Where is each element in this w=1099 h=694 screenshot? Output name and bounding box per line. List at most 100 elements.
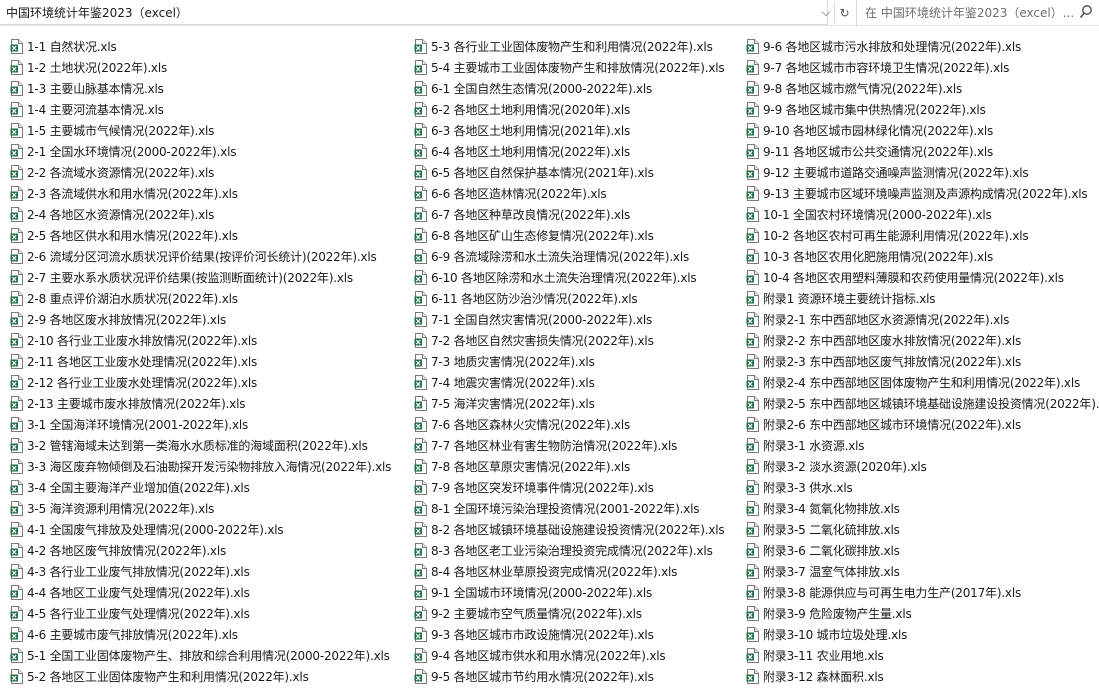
file-item[interactable]: 6-5 各地区自然保护基本情况(2021年).xls [414, 162, 724, 183]
file-item[interactable]: 7-8 各地区草原灾害情况(2022年).xls [414, 456, 724, 477]
file-item[interactable]: 5-1 全国工业固体废物产生、排放和综合利用情况(2000-2022年).xls [10, 645, 391, 666]
file-item[interactable]: 9-12 主要城市道路交通噪声监测情况(2022年).xls [746, 162, 1099, 183]
file-item[interactable]: 2-7 主要水系水质状况评价结果(按监测断面统计)(2022年).xls [10, 267, 391, 288]
file-item[interactable]: 6-4 各地区土地利用情况(2022年).xls [414, 141, 724, 162]
file-item[interactable]: 附录3-1 水资源.xls [746, 435, 1099, 456]
file-item[interactable]: 9-1 全国城市环境情况(2000-2022年).xls [414, 582, 724, 603]
address-bar[interactable]: 中国环境统计年鉴2023（excel） [0, 0, 828, 25]
file-item[interactable]: 附录2-6 东中西部地区城市环境情况(2022年).xls [746, 414, 1099, 435]
file-item[interactable]: 10-1 全国农村环境情况(2000-2022年).xls [746, 204, 1099, 225]
file-item[interactable]: 附录1 资源环境主要统计指标.xls [746, 288, 1099, 309]
file-item[interactable]: 4-6 主要城市废气排放情况(2022年).xls [10, 624, 391, 645]
file-item[interactable]: 附录3-6 二氧化碳排放.xls [746, 540, 1099, 561]
file-item[interactable]: 9-6 各地区城市污水排放和处理情况(2022年).xls [746, 36, 1099, 57]
file-item[interactable]: 7-5 海洋灾害情况(2022年).xls [414, 393, 724, 414]
file-item[interactable]: 9-5 各地区城市节约用水情况(2022年).xls [414, 666, 724, 687]
file-item[interactable]: 10-2 各地区农村可再生能源利用情况(2022年).xls [746, 225, 1099, 246]
search-input[interactable]: 在 中国环境统计年鉴2023（excel）... [856, 0, 1099, 25]
file-item[interactable]: 5-3 各行业工业固体废物产生和利用情况(2022年).xls [414, 36, 724, 57]
file-item[interactable]: 9-2 主要城市空气质量情况(2022年).xls [414, 603, 724, 624]
file-item[interactable]: 6-2 各地区土地利用情况(2020年).xls [414, 99, 724, 120]
file-item[interactable]: 附录3-3 供水.xls [746, 477, 1099, 498]
file-item[interactable]: 9-3 各地区城市市政设施情况(2022年).xls [414, 624, 724, 645]
breadcrumb[interactable]: 中国环境统计年鉴2023（excel） [6, 4, 188, 21]
file-item[interactable]: 9-8 各地区城市燃气情况(2022年).xls [746, 78, 1099, 99]
file-item[interactable]: 2-13 主要城市废水排放情况(2022年).xls [10, 393, 391, 414]
file-item[interactable]: 6-7 各地区种草改良情况(2022年).xls [414, 204, 724, 225]
file-item[interactable]: 7-9 各地区突发环境事件情况(2022年).xls [414, 477, 724, 498]
file-item[interactable]: 1-2 土地状况(2022年).xls [10, 57, 391, 78]
search-icon[interactable] [1079, 4, 1093, 20]
file-item[interactable]: 3-5 海洋资源利用情况(2022年).xls [10, 498, 391, 519]
excel-file-icon [414, 165, 427, 180]
file-item[interactable]: 附录2-1 东中西部地区水资源情况(2022年).xls [746, 309, 1099, 330]
file-item[interactable]: 2-5 各地区供水和用水情况(2022年).xls [10, 225, 391, 246]
file-item[interactable]: 8-4 各地区林业草原投资完成情况(2022年).xls [414, 561, 724, 582]
file-item[interactable]: 4-3 各行业工业废气排放情况(2022年).xls [10, 561, 391, 582]
file-item[interactable]: 2-12 各行业工业废水处理情况(2022年).xls [10, 372, 391, 393]
file-item[interactable]: 8-3 各地区老工业污染治理投资完成情况(2022年).xls [414, 540, 724, 561]
file-item[interactable]: 6-11 各地区防沙治沙情况(2022年).xls [414, 288, 724, 309]
file-item[interactable]: 附录3-11 农业用地.xls [746, 645, 1099, 666]
file-item[interactable]: 2-2 各流域水资源情况(2022年).xls [10, 162, 391, 183]
file-item[interactable]: 9-11 各地区城市公共交通情况(2022年).xls [746, 141, 1099, 162]
file-item[interactable]: 6-6 各地区造林情况(2022年).xls [414, 183, 724, 204]
chevron-down-icon[interactable]: ⌵ [816, 2, 836, 23]
file-item[interactable]: 4-4 各地区工业废气处理情况(2022年).xls [10, 582, 391, 603]
file-item[interactable]: 6-9 各流域除涝和水土流失治理情况(2022年).xls [414, 246, 724, 267]
file-item[interactable]: 1-4 主要河流基本情况.xls [10, 99, 391, 120]
file-item[interactable]: 7-7 各地区林业有害生物防治情况(2022年).xls [414, 435, 724, 456]
file-item[interactable]: 2-3 各流域供水和用水情况(2022年).xls [10, 183, 391, 204]
file-item[interactable]: 附录3-8 能源供应与可再生电力生产(2017年).xls [746, 582, 1099, 603]
file-item[interactable]: 3-2 管辖海域未达到第一类海水水质标准的海域面积(2022年).xls [10, 435, 391, 456]
file-item[interactable]: 6-10 各地区除涝和水土流失治理情况(2022年).xls [414, 267, 724, 288]
file-item[interactable]: 2-9 各地区废水排放情况(2022年).xls [10, 309, 391, 330]
file-item[interactable]: 7-4 地震灾害情况(2022年).xls [414, 372, 724, 393]
file-item[interactable]: 1-5 主要城市气候情况(2022年).xls [10, 120, 391, 141]
file-item[interactable]: 10-3 各地区农用化肥施用情况(2022年).xls [746, 246, 1099, 267]
file-item[interactable]: 附录2-4 东中西部地区固体废物产生和利用情况(2022年).xls [746, 372, 1099, 393]
file-item[interactable]: 1-3 主要山脉基本情况.xls [10, 78, 391, 99]
file-item[interactable]: 附录3-10 城市垃圾处理.xls [746, 624, 1099, 645]
file-item[interactable]: 7-3 地质灾害情况(2022年).xls [414, 351, 724, 372]
file-item[interactable]: 附录3-5 二氧化硫排放.xls [746, 519, 1099, 540]
file-item[interactable]: 附录3-2 淡水资源(2020年).xls [746, 456, 1099, 477]
file-item[interactable]: 5-4 主要城市工业固体废物产生和排放情况(2022年).xls [414, 57, 725, 78]
file-item[interactable]: 9-7 各地区城市市容环境卫生情况(2022年).xls [746, 57, 1099, 78]
file-item[interactable]: 9-13 主要城市区域环境噪声监测及声源构成情况(2022年).xls [746, 183, 1099, 204]
file-item[interactable]: 2-4 各地区水资源情况(2022年).xls [10, 204, 391, 225]
file-item[interactable]: 9-10 各地区城市园林绿化情况(2022年).xls [746, 120, 1099, 141]
file-item[interactable]: 9-9 各地区城市集中供热情况(2022年).xls [746, 99, 1099, 120]
file-item[interactable]: 2-10 各行业工业废水排放情况(2022年).xls [10, 330, 391, 351]
file-item[interactable]: 7-2 各地区自然灾害损失情况(2022年).xls [414, 330, 724, 351]
file-item[interactable]: 8-1 全国环境污染治理投资情况(2001-2022年).xls [414, 498, 724, 519]
file-item[interactable]: 10-4 各地区农用塑料薄膜和农药使用量情况(2022年).xls [746, 267, 1099, 288]
file-item[interactable]: 6-8 各地区矿山生态修复情况(2022年).xls [414, 225, 724, 246]
refresh-icon[interactable]: ↻ [834, 2, 854, 23]
file-item[interactable]: 5-2 各地区工业固体废物产生和利用情况(2022年).xls [10, 666, 391, 687]
file-item[interactable]: 4-1 全国废气排放及处理情况(2000-2022年).xls [10, 519, 391, 540]
file-item[interactable]: 3-1 全国海洋环境情况(2001-2022年).xls [10, 414, 391, 435]
file-item[interactable]: 附录2-3 东中西部地区废气排放情况(2022年).xls [746, 351, 1099, 372]
file-item[interactable]: 6-1 全国自然生态情况(2000-2022年).xls [414, 78, 724, 99]
file-item[interactable]: 3-3 海区废弃物倾倒及石油勘探开发污染物排放入海情况(2022年).xls [10, 456, 391, 477]
file-item[interactable]: 附录2-5 东中西部地区城镇环境基础设施建设投资情况(2022年).xls [746, 393, 1099, 414]
file-item[interactable]: 2-6 流域分区河流水质状况评价结果(按评价河长统计)(2022年).xls [10, 246, 391, 267]
file-item[interactable]: 7-6 各地区森林火灾情况(2022年).xls [414, 414, 724, 435]
file-item[interactable]: 7-1 全国自然灾害情况(2000-2022年).xls [414, 309, 724, 330]
file-item[interactable]: 附录3-4 氮氧化物排放.xls [746, 498, 1099, 519]
file-item[interactable]: 9-4 各地区城市供水和用水情况(2022年).xls [414, 645, 724, 666]
file-item[interactable]: 6-3 各地区土地利用情况(2021年).xls [414, 120, 724, 141]
file-item[interactable]: 3-4 全国主要海洋产业增加值(2022年).xls [10, 477, 391, 498]
file-item[interactable]: 附录3-7 温室气体排放.xls [746, 561, 1099, 582]
file-item[interactable]: 附录3-9 危险废物产生量.xls [746, 603, 1099, 624]
file-item[interactable]: 1-1 自然状况.xls [10, 36, 391, 57]
file-item[interactable]: 4-2 各地区废气排放情况(2022年).xls [10, 540, 391, 561]
file-item[interactable]: 附录3-12 森林面积.xls [746, 666, 1099, 687]
file-item[interactable]: 8-2 各地区城镇环境基础设施建设投资情况(2022年).xls [414, 519, 725, 540]
file-item[interactable]: 4-5 各行业工业废气处理情况(2022年).xls [10, 603, 391, 624]
file-item[interactable]: 2-11 各地区工业废水处理情况(2022年).xls [10, 351, 391, 372]
file-item[interactable]: 2-1 全国水环境情况(2000-2022年).xls [10, 141, 391, 162]
file-item[interactable]: 2-8 重点评价湖泊水质状况(2022年).xls [10, 288, 391, 309]
file-item[interactable]: 附录2-2 东中西部地区废水排放情况(2022年).xls [746, 330, 1099, 351]
